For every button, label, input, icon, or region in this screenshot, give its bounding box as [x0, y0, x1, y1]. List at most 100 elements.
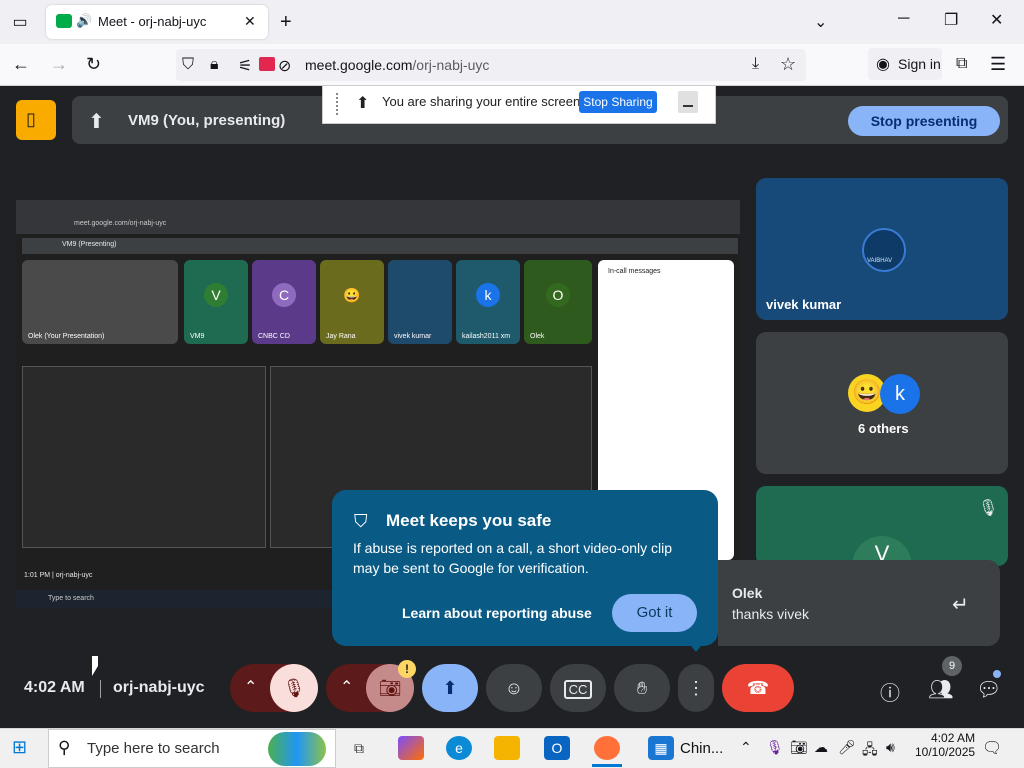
preview-tile: O Olek — [524, 260, 592, 344]
divider — [100, 680, 101, 698]
save-to-pocket-icon[interactable]: ⤓ — [752, 55, 759, 73]
got-it-button[interactable]: Got it — [612, 594, 697, 632]
participant-tile-others[interactable]: 😀 k 6 others — [756, 332, 1008, 474]
k-avatar: k — [880, 374, 920, 414]
reload-icon[interactable]: ↻ — [86, 54, 101, 75]
preview-tile: k kailash2011 xm — [456, 260, 520, 344]
popup-body: If abuse is reported on a call, a short … — [353, 540, 673, 576]
tray-camera-icon[interactable]: 📷︎ — [790, 739, 808, 756]
present-now-button[interactable]: ⬆ — [422, 664, 478, 712]
file-explorer-icon[interactable] — [494, 736, 520, 760]
hide-banner-button[interactable] — [678, 91, 698, 113]
firefox-active-indicator — [592, 764, 622, 767]
firefox-icon[interactable] — [594, 736, 620, 760]
sign-in-button[interactable]: ◉ Sign in — [868, 48, 942, 80]
tab-overflow-chevron-icon[interactable]: ⌄ — [814, 12, 827, 32]
mic-toggle-button[interactable]: 🎙︎ — [270, 664, 318, 712]
share-screen-icon: ⬆ — [356, 95, 370, 112]
stop-presenting-button[interactable]: Stop presenting — [848, 106, 1000, 136]
emoji-icon: ☺ — [504, 678, 524, 698]
windows-start-icon[interactable]: ⊞ — [12, 737, 27, 758]
taskbar-clock[interactable]: 4:02 AM 10/10/2025 — [915, 731, 975, 759]
tray-mic-status-icon[interactable]: 🎤︎ — [838, 739, 856, 756]
close-window-icon[interactable]: ✕ — [990, 10, 1003, 30]
mouse-cursor-icon — [92, 656, 98, 676]
drag-handle-icon[interactable] — [336, 93, 340, 115]
popup-title: Meet keeps you safe — [386, 511, 552, 530]
shield-icon[interactable]: ⛉ — [182, 56, 194, 74]
close-tab-icon[interactable]: ✕ — [244, 13, 256, 30]
participant-tile-vivek[interactable]: VAIBHAV vivek kumar — [756, 178, 1008, 320]
people-icon[interactable]: 👥︎ — [928, 677, 953, 702]
chevron-up-icon: ⌃ — [244, 679, 258, 696]
warning-badge-icon: ! — [398, 660, 416, 678]
speaker-icon[interactable]: 🔊 — [76, 13, 92, 29]
participant-tile-v[interactable]: V 🎙︎ — [756, 486, 1008, 566]
preview-tile: 😀 Jay Rana — [320, 260, 384, 344]
taskbar-search-placeholder[interactable]: Type here to search — [87, 740, 220, 757]
door-icon: ▯ — [26, 109, 36, 129]
stop-sharing-button[interactable]: Stop Sharing — [579, 91, 657, 113]
browser-tab-meet[interactable]: 🔊 Meet - orj-nabj-uyc ✕ — [46, 5, 268, 39]
people-count-badge: 9 — [942, 656, 962, 676]
captions-button[interactable]: CC — [550, 664, 606, 712]
taskbar-date: 10/10/2025 — [915, 745, 976, 759]
outlook-icon[interactable]: O — [544, 736, 570, 760]
present-to-all-tile: ▯ — [16, 100, 56, 140]
preview-tile: vivek kumar — [388, 260, 452, 344]
bookmark-star-icon[interactable]: ☆ — [780, 54, 796, 75]
tray-volume-icon[interactable]: 🔊︎ — [886, 739, 895, 756]
maximize-window-icon[interactable]: ❐ — [944, 10, 958, 30]
edge-icon[interactable]: e — [446, 736, 472, 760]
video-options-button[interactable]: ⌃ 📷︎ ! — [326, 660, 416, 712]
permissions-icon[interactable]: ⚟ — [238, 56, 252, 76]
meeting-info-icon[interactable]: ⓘ — [880, 677, 900, 706]
learn-about-abuse-link[interactable]: Learn about reporting abuse — [402, 605, 592, 621]
preview-meet-header: VM9 (Presenting) — [22, 238, 738, 254]
url-text[interactable]: meet.google.com/orj-nabj-uyc — [305, 57, 489, 73]
autoplay-blocked-icon[interactable]: ⊘ — [278, 56, 291, 76]
shield-check-icon: ⛉ — [354, 511, 368, 531]
account-icon: ◉ — [876, 56, 890, 73]
app-menu-icon[interactable]: ☰ — [990, 54, 1006, 75]
leave-call-button[interactable]: ☎ — [722, 664, 794, 712]
chevron-up-icon: ⌃ — [340, 679, 354, 696]
tray-mic-icon[interactable]: 🎙︎ — [766, 739, 784, 756]
more-options-button[interactable]: ⋮ — [678, 664, 714, 712]
notification-sender: Olek — [732, 585, 763, 601]
chin-app-label[interactable]: Chin... — [680, 740, 723, 757]
preview-tile: Olek (Your Presentation) — [22, 260, 178, 344]
preview-url: meet.google.com/orj-nabj-uyc — [74, 220, 167, 227]
minimize-window-icon[interactable]: ─ — [898, 10, 909, 28]
extensions-icon[interactable]: ⧉ — [956, 55, 967, 73]
present-screen-icon: ⬆ — [442, 678, 458, 698]
tab-list-icon[interactable]: ▭ — [8, 12, 32, 32]
chin-app-icon[interactable]: ▦ — [648, 736, 674, 760]
presenting-title: VM9 (You, presenting) — [128, 112, 286, 129]
reactions-button[interactable]: ☺ — [486, 664, 542, 712]
notification-center-icon[interactable]: 🗨︎ — [982, 738, 1002, 758]
lock-icon[interactable]: 🔒︎ — [210, 56, 219, 74]
raise-hand-button[interactable]: ✋︎ — [614, 664, 670, 712]
audio-options-button[interactable]: ⌃ 🎙︎ — [230, 664, 318, 712]
taskbar-time: 4:02 AM — [931, 731, 976, 745]
back-icon[interactable]: ← — [12, 54, 30, 75]
camera-off-icon: 📷︎ — [378, 678, 402, 698]
forward-icon[interactable]: → — [50, 54, 68, 75]
sharing-message: You are sharing your entire screen. — [382, 94, 584, 109]
captions-icon: CC — [563, 680, 593, 699]
tray-network-icon[interactable]: 🖧 — [862, 739, 878, 763]
search-icon: ⚲ — [58, 738, 71, 757]
screen-share-indicator-icon[interactable] — [259, 57, 275, 71]
copilot-icon[interactable] — [398, 736, 424, 760]
reply-icon[interactable]: ↵ — [952, 592, 969, 617]
present-screen-icon: ⬆ — [88, 111, 105, 133]
tray-cloud-icon[interactable]: ☁ — [814, 739, 828, 756]
meet-favicon-icon — [56, 14, 72, 28]
new-tab-icon[interactable]: + — [280, 11, 292, 34]
task-view-icon[interactable]: ⧉ — [346, 736, 372, 760]
chat-icon[interactable]: 💬︎ — [976, 677, 1001, 702]
tray-chevron-up-icon[interactable]: ⌃ — [740, 739, 752, 756]
participant-name: vivek kumar — [766, 297, 842, 312]
preview-tile: V VM9 — [184, 260, 248, 344]
